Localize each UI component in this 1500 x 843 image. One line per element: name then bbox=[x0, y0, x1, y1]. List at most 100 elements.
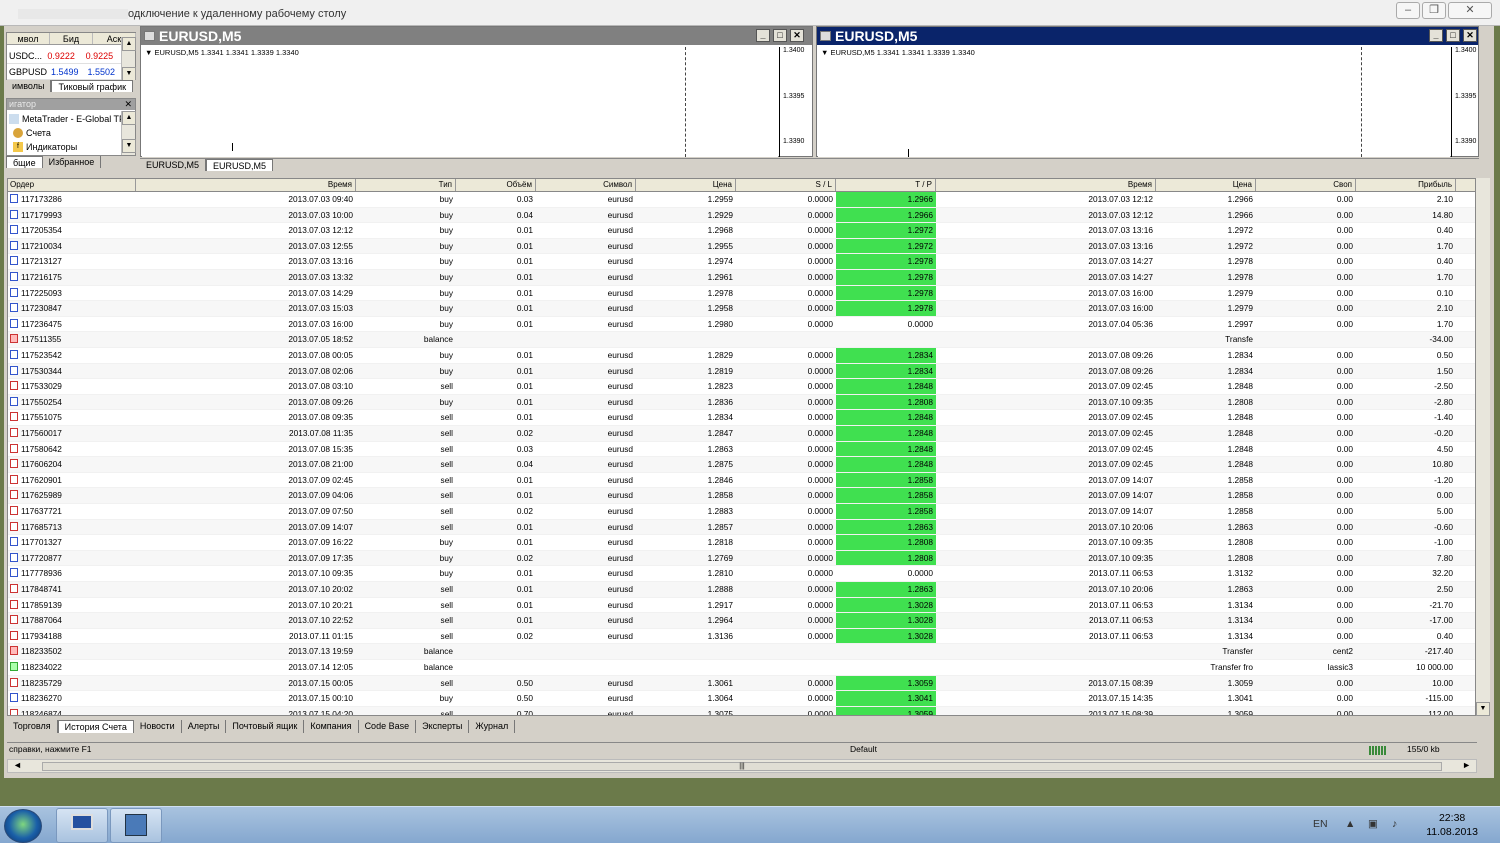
table-row[interactable]: 117236475 2013.07.03 16:00 buy 0.01 eurusd 1.… bbox=[8, 317, 1475, 333]
table-row[interactable]: 117685713 2013.07.09 14:07 sell 0.01 eurusd 1… bbox=[8, 519, 1475, 536]
market-watch-scrollbar[interactable]: ▲ ▼ bbox=[121, 37, 136, 83]
scroll-down-icon[interactable]: ▼ bbox=[1476, 702, 1490, 716]
column-header[interactable]: Объём bbox=[456, 179, 536, 191]
table-row[interactable]: 117580642 2013.07.08 15:35 sell 0.03 eurusd 1… bbox=[8, 441, 1475, 458]
nav-item-terminal[interactable]: MetaTrader - E-Global TFG bbox=[9, 112, 132, 126]
table-row[interactable]: 117216175 2013.07.03 13:32 buy 0.01 eurusd 1.… bbox=[8, 270, 1475, 286]
tab-terminal-7[interactable]: Эксперты bbox=[416, 720, 470, 733]
table-row[interactable]: 117533029 2013.07.08 03:10 sell 0.01 eurusd 1… bbox=[8, 379, 1475, 395]
table-row[interactable]: 117778936 2013.07.10 09:35 buy 0.01 eurusd 1.… bbox=[8, 566, 1475, 582]
column-header[interactable]: Тип bbox=[356, 179, 456, 191]
minimize-icon[interactable]: _ bbox=[1429, 29, 1443, 42]
chart-plot-area[interactable] bbox=[818, 47, 1450, 157]
scroll-up-icon[interactable]: ▲ bbox=[122, 111, 136, 125]
table-row[interactable]: 117701327 2013.07.09 16:22 buy 0.01 eurusd 1.… bbox=[8, 535, 1475, 551]
show-hidden-icons-icon[interactable]: ▲ bbox=[1345, 818, 1355, 830]
table-row[interactable]: 117230847 2013.07.03 15:03 buy 0.01 eurusd 1.… bbox=[8, 301, 1475, 317]
tab-common[interactable]: бщие bbox=[6, 156, 43, 168]
chart-window-1[interactable]: EURUSD,M5 _ □ ✕ ▼ EURUSD,M5 1.3341 1.334… bbox=[140, 26, 813, 157]
column-header[interactable]: Время bbox=[936, 179, 1156, 191]
close-button[interactable]: ✕ bbox=[1448, 2, 1492, 19]
column-header[interactable]: Цена bbox=[1156, 179, 1256, 191]
tab-terminal-1[interactable]: История Счета bbox=[57, 720, 134, 733]
table-row[interactable]: 117887064 2013.07.10 22:52 sell 0.01 eurusd 1… bbox=[8, 613, 1475, 629]
volume-icon[interactable]: ♪ bbox=[1392, 818, 1397, 830]
navigator-scrollbar[interactable]: ▲ ▼ bbox=[121, 111, 136, 155]
tab-chart-1[interactable]: EURUSD,M5 bbox=[140, 159, 207, 171]
scroll-right-icon[interactable]: ► bbox=[1462, 760, 1471, 770]
table-row[interactable]: 117934188 2013.07.11 01:15 sell 0.02 eurusd 1… bbox=[8, 628, 1475, 645]
tab-terminal-8[interactable]: Журнал bbox=[469, 720, 516, 733]
tab-terminal-4[interactable]: Почтовый ящик bbox=[226, 720, 305, 733]
table-row[interactable]: 117720877 2013.07.09 17:35 buy 0.02 eurusd 1.… bbox=[8, 550, 1475, 567]
column-header[interactable]: Прибыль bbox=[1356, 179, 1456, 191]
table-row[interactable]: 117859139 2013.07.10 20:21 sell 0.01 eurusd 1… bbox=[8, 597, 1475, 614]
column-header[interactable]: Цена bbox=[636, 179, 736, 191]
maximize-icon[interactable]: □ bbox=[773, 29, 787, 42]
scroll-left-icon[interactable]: ◄ bbox=[13, 760, 22, 770]
scroll-down-icon[interactable]: ▼ bbox=[122, 139, 136, 153]
table-row[interactable]: 117225093 2013.07.03 14:29 buy 0.01 eurusd 1.… bbox=[8, 285, 1475, 302]
nav-item-indicators[interactable]: f Индикаторы bbox=[13, 140, 77, 154]
table-row[interactable]: 117625989 2013.07.09 04:06 sell 0.01 eurusd 1… bbox=[8, 488, 1475, 504]
table-row[interactable]: 117530344 2013.07.08 02:06 buy 0.01 eurusd 1.… bbox=[8, 363, 1475, 380]
tab-terminal-3[interactable]: Алерты bbox=[181, 720, 227, 733]
tab-symbols[interactable]: имволы bbox=[6, 80, 52, 92]
column-header[interactable]: Своп bbox=[1256, 179, 1356, 191]
table-row[interactable]: 117606204 2013.07.08 21:00 sell 0.04 eurusd 1… bbox=[8, 457, 1475, 473]
close-icon[interactable]: ✕ bbox=[790, 29, 804, 42]
chart-plot-area[interactable] bbox=[142, 47, 778, 157]
maximize-icon[interactable]: □ bbox=[1446, 29, 1460, 42]
table-row[interactable]: 117173286 2013.07.03 09:40 buy 0.03 eurusd 1.… bbox=[8, 192, 1475, 208]
table-row[interactable]: 117620901 2013.07.09 02:45 sell 0.01 eurusd 1… bbox=[8, 472, 1475, 489]
language-indicator[interactable]: EN bbox=[1313, 818, 1328, 830]
quote-row[interactable]: USDC... 0.9222 0.9225 bbox=[7, 49, 122, 64]
start-button[interactable] bbox=[4, 809, 42, 843]
table-row[interactable]: 118234022 2013.07.14 12:05 balance Transfer… bbox=[8, 660, 1475, 676]
table-row[interactable]: 117550254 2013.07.08 09:26 buy 0.01 eurusd 1.… bbox=[8, 394, 1475, 411]
col-bid[interactable]: Бид bbox=[50, 33, 93, 44]
network-icon[interactable]: ▣ bbox=[1368, 818, 1378, 830]
close-icon[interactable]: ✕ bbox=[1463, 29, 1477, 42]
tab-terminal-0[interactable]: Торговля bbox=[7, 720, 58, 733]
col-symbol[interactable]: мвол bbox=[7, 33, 50, 44]
table-row[interactable]: 117637721 2013.07.09 07:50 sell 0.02 eurusd 1… bbox=[8, 504, 1475, 520]
nav-item-accounts[interactable]: Счета bbox=[13, 126, 51, 140]
taskbar-app[interactable] bbox=[110, 808, 162, 843]
table-row[interactable]: 118235729 2013.07.15 00:05 sell 0.50 eurusd 1… bbox=[8, 675, 1475, 692]
table-row[interactable]: 118246874 2013.07.15 04:20 sell 0.70 eurusd 1… bbox=[8, 706, 1475, 715]
restore-button[interactable]: ❐ bbox=[1422, 2, 1446, 19]
column-header[interactable]: Ордер bbox=[8, 179, 136, 191]
table-row[interactable]: 117848741 2013.07.10 20:02 sell 0.01 eurusd 1… bbox=[8, 582, 1475, 598]
column-header[interactable]: T / P bbox=[836, 179, 936, 191]
table-row[interactable]: 117213127 2013.07.03 13:16 buy 0.01 eurusd 1.… bbox=[8, 254, 1475, 270]
tab-chart-2[interactable]: EURUSD,M5 bbox=[206, 159, 274, 171]
table-row[interactable]: 117511355 2013.07.05 18:52 balance Transfe -… bbox=[8, 332, 1475, 348]
taskbar-remote-desktop[interactable] bbox=[56, 808, 108, 843]
tab-terminal-2[interactable]: Новости bbox=[133, 720, 182, 733]
horizontal-scrollbar[interactable]: ◄ ||| ► bbox=[7, 759, 1477, 773]
minimize-icon[interactable]: _ bbox=[756, 29, 770, 42]
table-scrollbar[interactable]: ▼ bbox=[1476, 178, 1490, 716]
tab-favorites[interactable]: Избранное bbox=[42, 156, 102, 168]
column-header[interactable]: Время bbox=[136, 179, 356, 191]
tab-tick-chart[interactable]: Тиковый график bbox=[51, 80, 134, 92]
scroll-thumb[interactable]: ||| bbox=[42, 762, 1442, 771]
scroll-up-icon[interactable]: ▲ bbox=[122, 37, 136, 51]
column-header[interactable]: S / L bbox=[736, 179, 836, 191]
table-row[interactable]: 117523542 2013.07.08 00:05 buy 0.01 eurusd 1.… bbox=[8, 348, 1475, 364]
clock[interactable]: 22:38 11.08.2013 bbox=[1426, 811, 1478, 839]
table-row[interactable]: 117210034 2013.07.03 12:55 buy 0.01 eurusd 1.… bbox=[8, 238, 1475, 255]
column-header[interactable]: Символ bbox=[536, 179, 636, 191]
scroll-down-icon[interactable]: ▼ bbox=[122, 67, 136, 81]
table-row[interactable]: 117179993 2013.07.03 10:00 buy 0.04 eurusd 1.… bbox=[8, 207, 1475, 224]
minimize-button[interactable]: – bbox=[1396, 2, 1420, 19]
table-row[interactable]: 117205354 2013.07.03 12:12 buy 0.01 eurusd 1.… bbox=[8, 223, 1475, 239]
table-row[interactable]: 118233502 2013.07.13 19:59 balance Transfer… bbox=[8, 644, 1475, 660]
table-row[interactable]: 117560017 2013.07.08 11:35 sell 0.02 eurusd 1… bbox=[8, 426, 1475, 442]
tab-terminal-5[interactable]: Компания bbox=[304, 720, 359, 733]
close-icon[interactable]: ✕ bbox=[124, 99, 132, 110]
chart-window-2[interactable]: EURUSD,M5 _ □ ✕ ▼ EURUSD,M5 1.3341 1.334… bbox=[816, 26, 1479, 157]
tab-terminal-6[interactable]: Code Base bbox=[358, 720, 417, 733]
quote-row[interactable]: GBPUSD 1.5499 1.5502 bbox=[7, 65, 122, 80]
